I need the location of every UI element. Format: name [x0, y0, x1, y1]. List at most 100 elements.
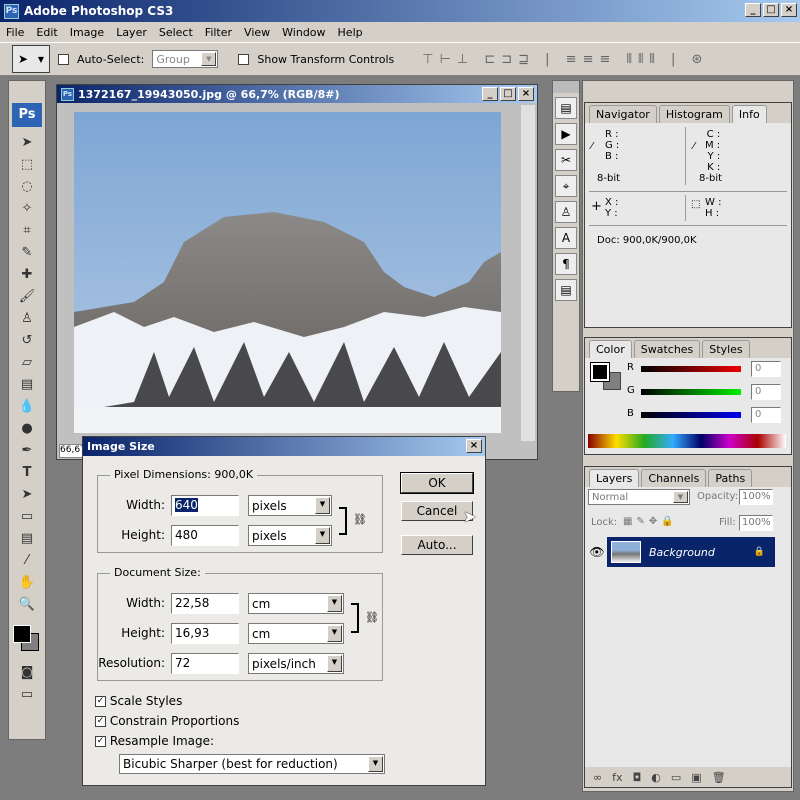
opacity-input[interactable]: 100%	[739, 489, 773, 505]
pixel-width-unit-select[interactable]: pixels ▼	[248, 495, 332, 516]
eraser-icon[interactable]: ▱	[15, 351, 39, 373]
resample-image-option[interactable]: ✓ Resample Image:	[95, 731, 239, 751]
layer-name[interactable]: Background	[649, 546, 746, 559]
document-image[interactable]	[74, 112, 501, 433]
doc-height-unit-select[interactable]: cm ▼	[248, 623, 344, 644]
maximize-button[interactable]: □	[763, 3, 779, 17]
doc-width-input[interactable]: 22,58	[171, 593, 239, 614]
menu-filter[interactable]: Filter	[205, 26, 232, 39]
magic-wand-icon[interactable]: ✧	[15, 197, 39, 219]
adjustment-icon[interactable]: ◐	[651, 771, 661, 784]
doc-width-unit-select[interactable]: cm ▼	[248, 593, 344, 614]
tab-color[interactable]: Color	[589, 340, 632, 358]
tab-histogram[interactable]: Histogram	[658, 105, 730, 123]
trash-icon[interactable]: 🗑	[712, 771, 726, 784]
lasso-icon[interactable]: ◌	[15, 175, 39, 197]
menu-file[interactable]: File	[6, 26, 24, 39]
crop-icon[interactable]: ⌗	[15, 219, 39, 241]
menu-help[interactable]: Help	[338, 26, 363, 39]
resolution-input[interactable]: 72	[171, 653, 239, 674]
shape-icon[interactable]: ▭	[15, 505, 39, 527]
resample-method-select[interactable]: Bicubic Sharper (best for reduction) ▼	[119, 754, 385, 774]
marquee-icon[interactable]: ⬚	[15, 153, 39, 175]
tool-preset-picker[interactable]: ➤ ▼	[12, 45, 50, 73]
path-select-icon[interactable]: ➤	[15, 483, 39, 505]
screen-mode-icon[interactable]: ▭	[15, 683, 39, 705]
move-icon[interactable]: ➤	[15, 131, 39, 153]
brushes-icon[interactable]: ⌖	[555, 175, 577, 197]
brush-icon[interactable]: 🖌	[15, 285, 39, 307]
foreground-background-swatch[interactable]	[9, 621, 45, 661]
tab-paths[interactable]: Paths	[708, 469, 753, 487]
fx-icon[interactable]: fx	[612, 771, 622, 784]
character-icon[interactable]: A	[555, 227, 577, 249]
lock-icons[interactable]: ▦✎✥🔒	[623, 516, 678, 527]
group-icon[interactable]: ▭	[671, 771, 681, 784]
doc-height-input[interactable]: 16,93	[171, 623, 239, 644]
healing-icon[interactable]: ✚	[15, 263, 39, 285]
vertical-scrollbar[interactable]	[521, 105, 535, 441]
show-transform-checkbox[interactable]	[238, 53, 250, 65]
link-layers-icon[interactable]: ∞	[593, 771, 602, 784]
minimize-button[interactable]: _	[745, 3, 761, 17]
g-slider[interactable]	[641, 389, 741, 395]
layer-row[interactable]: 👁 Background 🔒	[587, 537, 775, 567]
pixel-height-input[interactable]: 480	[171, 525, 239, 546]
tab-styles[interactable]: Styles	[702, 340, 750, 358]
quick-mask-icon[interactable]: ◙	[15, 661, 39, 683]
constrain-proportions-option[interactable]: ✓ Constrain Proportions	[95, 711, 239, 731]
visibility-eye-icon[interactable]: 👁	[587, 545, 607, 559]
stamp-icon[interactable]: ♙	[15, 307, 39, 329]
auto-select-dropdown[interactable]: Group ▼	[152, 50, 219, 68]
close-button[interactable]: ×	[781, 3, 797, 17]
auto-button[interactable]: Auto...	[401, 535, 473, 555]
eyedropper-icon[interactable]: ⁄	[15, 549, 39, 571]
tool-presets-icon[interactable]: ✂	[555, 149, 577, 171]
slice-icon[interactable]: ✎	[15, 241, 39, 263]
zoom-icon[interactable]: 🔍	[15, 593, 39, 615]
history-brush-icon[interactable]: ↺	[15, 329, 39, 351]
tab-swatches[interactable]: Swatches	[633, 340, 701, 358]
ok-button[interactable]: OK	[400, 472, 474, 494]
tab-info[interactable]: Info	[731, 105, 767, 123]
auto-select-checkbox[interactable]	[58, 53, 69, 65]
menu-window[interactable]: Window	[282, 26, 325, 39]
tab-layers[interactable]: Layers	[589, 469, 640, 487]
resolution-unit-select[interactable]: pixels/inch ▼	[248, 653, 344, 674]
dialog-close-button[interactable]: ×	[466, 439, 482, 453]
scale-styles-option[interactable]: ✓ Scale Styles	[95, 691, 239, 711]
pixel-height-unit-select[interactable]: pixels ▼	[248, 525, 332, 546]
gradient-icon[interactable]: ▤	[15, 373, 39, 395]
blur-icon[interactable]: 💧	[15, 395, 39, 417]
pixel-width-input[interactable]: 640	[171, 495, 239, 516]
tab-channels[interactable]: Channels	[641, 469, 707, 487]
doc-close-button[interactable]: ×	[518, 87, 534, 101]
r-slider[interactable]	[641, 366, 741, 372]
menu-select[interactable]: Select	[159, 26, 193, 39]
hand-icon[interactable]: ✋	[15, 571, 39, 593]
type-icon[interactable]: T	[15, 461, 39, 483]
mask-icon[interactable]: ◘	[633, 771, 642, 784]
paragraph-icon[interactable]: ¶	[555, 253, 577, 275]
doc-minimize-button[interactable]: _	[482, 87, 498, 101]
menu-view[interactable]: View	[244, 26, 270, 39]
notes-panel-icon[interactable]: ▤	[555, 279, 577, 301]
new-layer-icon[interactable]: ▣	[691, 771, 701, 784]
b-input[interactable]: 0	[751, 407, 781, 423]
notes-icon[interactable]: ▤	[15, 527, 39, 549]
doc-maximize-button[interactable]: □	[500, 87, 516, 101]
actions-icon[interactable]: ▶	[555, 123, 577, 145]
menu-edit[interactable]: Edit	[36, 26, 57, 39]
pen-icon[interactable]: ✒	[15, 439, 39, 461]
blend-mode-dropdown[interactable]: Normal ▼	[588, 489, 690, 505]
layer-comps-icon[interactable]: ▤	[555, 97, 577, 119]
g-input[interactable]: 0	[751, 384, 781, 400]
menu-layer[interactable]: Layer	[116, 26, 147, 39]
r-input[interactable]: 0	[751, 361, 781, 377]
color-spectrum[interactable]	[588, 434, 786, 448]
menu-image[interactable]: Image	[70, 26, 104, 39]
dodge-icon[interactable]: ●	[15, 417, 39, 439]
tab-navigator[interactable]: Navigator	[589, 105, 657, 123]
align-buttons[interactable]: ⊤⊢⊥ ⊏⊐⊒ | ≡≡≡ ⫴⫴⫴ | ⊛	[422, 52, 708, 67]
b-slider[interactable]	[641, 412, 741, 418]
